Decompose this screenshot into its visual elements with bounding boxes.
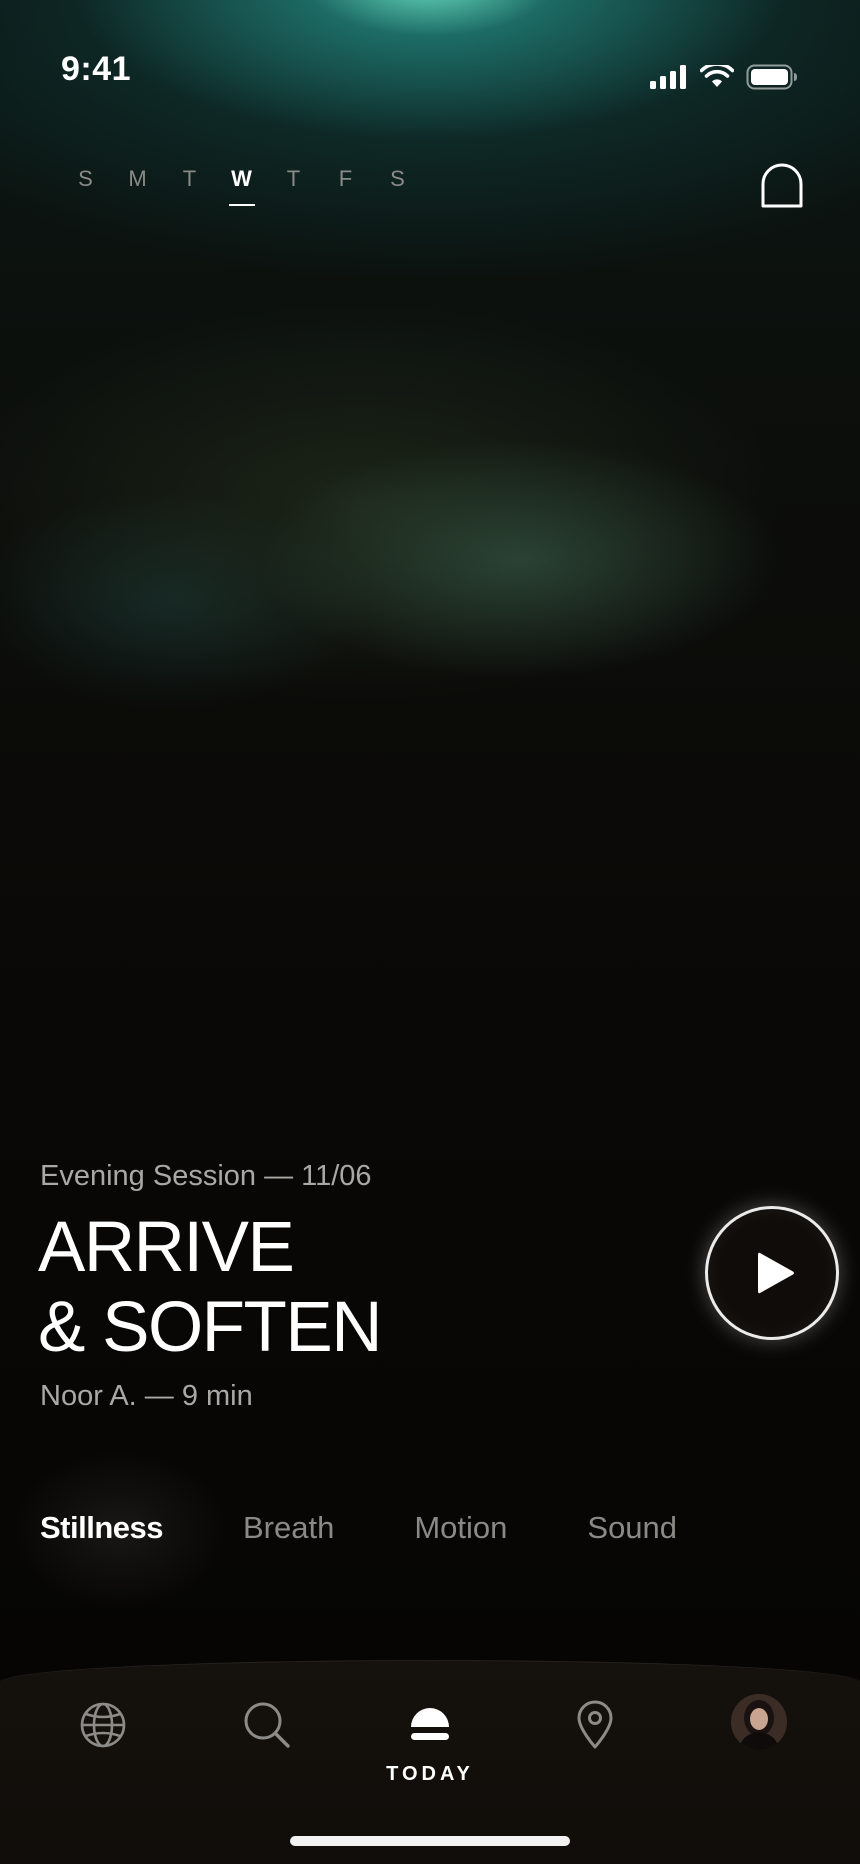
- day-tuesday[interactable]: T: [164, 166, 216, 206]
- wifi-icon: [700, 65, 734, 87]
- status-icons: [650, 64, 798, 90]
- location-pin-icon: [577, 1700, 613, 1749]
- day-thursday[interactable]: T: [268, 166, 320, 206]
- session-title-line-1: ARRIVE: [38, 1208, 295, 1287]
- nav-explore[interactable]: [73, 1695, 133, 1755]
- battery-icon: [746, 64, 797, 90]
- day-wednesday-selected[interactable]: W: [216, 166, 268, 206]
- status-time: 9:41: [61, 50, 132, 88]
- tab-sound[interactable]: Sound: [587, 1510, 677, 1546]
- day-saturday[interactable]: S: [372, 166, 424, 206]
- globe-icon: [80, 1702, 126, 1748]
- nav-today-label: TODAY: [386, 1763, 474, 1785]
- nav-places[interactable]: [565, 1695, 625, 1755]
- tab-breath[interactable]: Breath: [243, 1510, 334, 1546]
- session-title: ARRIVE & SOFTEN: [38, 1208, 383, 1368]
- home-indicator[interactable]: [290, 1836, 570, 1846]
- tab-motion[interactable]: Motion: [414, 1510, 507, 1546]
- play-button[interactable]: [705, 1206, 839, 1340]
- nav-today[interactable]: [400, 1695, 460, 1755]
- screen: 9:41 S M T W T F S Evening Session — 11/…: [0, 0, 860, 1864]
- search-icon: [244, 1702, 290, 1748]
- cellular-signal-icon: [650, 65, 686, 89]
- day-monday[interactable]: M: [112, 166, 164, 206]
- profile-avatar[interactable]: [731, 1694, 787, 1750]
- category-tabs: Stillness Breath Motion Sound: [40, 1510, 757, 1546]
- session-title-line-2: & SOFTEN: [38, 1288, 383, 1367]
- today-icon: [411, 1708, 449, 1740]
- day-sunday[interactable]: S: [60, 166, 112, 206]
- avatar-portrait: [731, 1694, 787, 1750]
- nav-search[interactable]: [237, 1695, 297, 1755]
- tab-stillness[interactable]: Stillness: [40, 1510, 164, 1546]
- week-day-selector: S M T W T F S: [60, 166, 424, 206]
- arch-icon[interactable]: [760, 162, 804, 208]
- play-icon: [758, 1252, 794, 1294]
- session-meta: Noor A. — 9 min: [40, 1380, 253, 1412]
- day-friday[interactable]: F: [320, 166, 372, 206]
- bottom-nav: [0, 1660, 860, 1864]
- session-subtitle: Evening Session — 11/06: [40, 1160, 372, 1192]
